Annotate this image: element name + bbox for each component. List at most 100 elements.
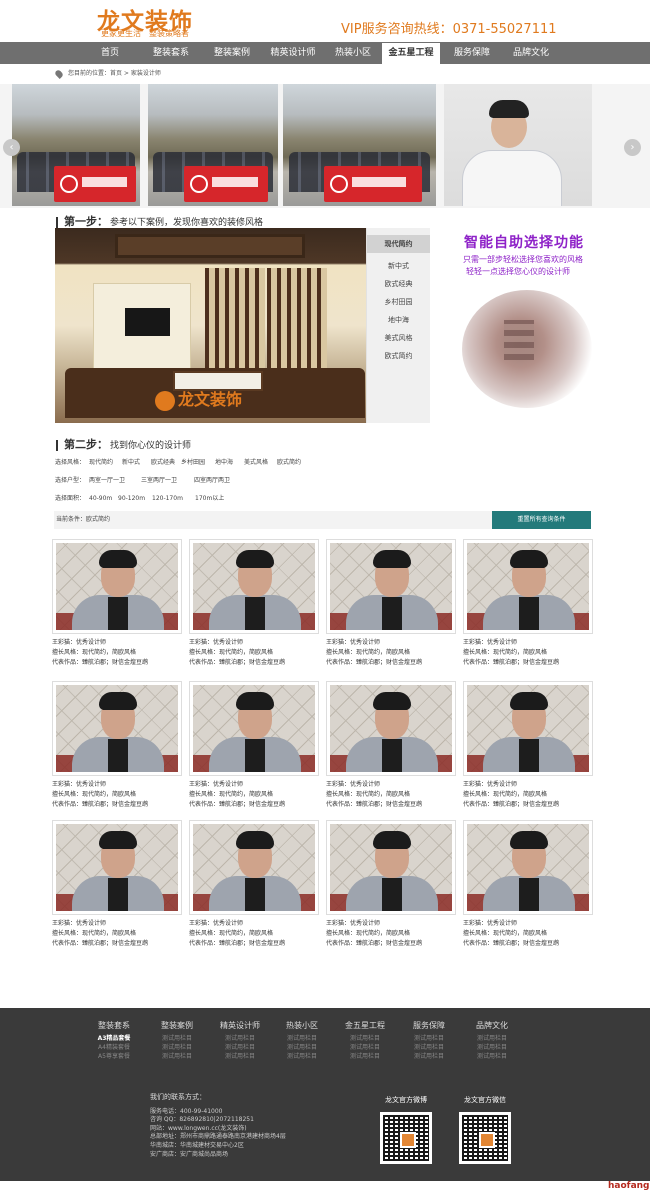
footer-link[interactable]: 测试用栏目 [210,1043,270,1052]
filter-layout-option[interactable]: 四室两厅两卫 [194,476,230,486]
nav-item-communities[interactable]: 热装小区 [324,42,382,64]
filter-style-option[interactable]: 新中式 [122,458,140,468]
designer-name[interactable]: 王彩猫：优秀设计师 [326,638,422,648]
filter-area-option[interactable]: 90-120m [118,494,145,504]
designer-photo-frame[interactable] [463,681,593,776]
nav-item-service[interactable]: 服务保障 [442,42,502,64]
footer-link[interactable]: A3精品套餐 [84,1034,144,1043]
footer-link[interactable]: 测试用栏目 [399,1052,459,1061]
designer-photo[interactable] [330,824,452,911]
designer-photo-frame[interactable] [326,539,456,634]
designer-photo[interactable] [56,824,178,911]
designer-photo[interactable] [467,685,589,772]
designer-name[interactable]: 王彩猫：优秀设计师 [189,638,285,648]
footer-link[interactable]: 测试用栏目 [335,1052,395,1061]
style-tab-american[interactable]: 美式风格 [367,329,430,347]
designer-name[interactable]: 王彩猫：优秀设计师 [189,919,285,929]
designer-photo-frame[interactable] [189,539,319,634]
style-tab-european-classic[interactable]: 欧式经典 [367,275,430,293]
filter-style-option[interactable]: 地中海 [215,458,233,468]
nav-item-home[interactable]: 首页 [75,42,145,64]
designer-photo-frame[interactable] [326,820,456,915]
designer-photo[interactable] [330,685,452,772]
footer-col-title[interactable]: 金五星工程 [335,1020,395,1034]
designer-photo-frame[interactable] [189,681,319,776]
filter-style-option[interactable]: 欧式简约 [277,458,301,468]
designer-photo[interactable] [193,824,315,911]
footer-link[interactable]: 测试用栏目 [399,1034,459,1043]
designer-photo[interactable] [193,543,315,630]
designer-photo[interactable] [467,543,589,630]
designer-photo-frame[interactable] [463,820,593,915]
designer-name[interactable]: 王彩猫：优秀设计师 [463,780,559,790]
footer-col-title[interactable]: 精英设计师 [210,1020,270,1034]
designer-name[interactable]: 王彩猫：优秀设计师 [326,919,422,929]
footer-link[interactable]: 测试用栏目 [272,1034,332,1043]
filter-style-option[interactable]: 现代简约 [89,458,113,468]
designer-portrait-banner[interactable] [444,84,592,206]
filter-style-option[interactable]: 乡村田园 [181,458,205,468]
reset-filters-button[interactable]: 重置所有查询条件 [492,511,591,529]
designer-photo-frame[interactable] [52,820,182,915]
footer-link[interactable]: 测试用栏目 [462,1043,522,1052]
designer-photo-frame[interactable] [189,820,319,915]
footer-link[interactable]: A5尊享套餐 [84,1052,144,1061]
designer-photo-frame[interactable] [463,539,593,634]
footer-link[interactable]: 测试用栏目 [272,1052,332,1061]
footer-link[interactable]: 测试用栏目 [399,1043,459,1052]
footer-link[interactable]: 测试用栏目 [462,1034,522,1043]
wechat-qr-code[interactable] [459,1112,511,1164]
weibo-qr-code[interactable] [380,1112,432,1164]
footer-link[interactable]: 测试用栏目 [335,1043,395,1052]
nav-item-cases[interactable]: 整装案例 [202,42,262,64]
banner-prev-arrow-icon[interactable]: ‹ [3,139,20,156]
team-photo-3[interactable] [283,84,436,206]
footer-link[interactable]: 测试用栏目 [210,1052,270,1061]
footer-link[interactable]: 测试用栏目 [335,1034,395,1043]
footer-col-title[interactable]: 整装案例 [147,1020,207,1034]
designer-name[interactable]: 王彩猫：优秀设计师 [52,638,148,648]
style-tab-modern[interactable]: 现代简约 [367,235,430,253]
footer-link[interactable]: 测试用栏目 [272,1043,332,1052]
style-tab-mediterranean[interactable]: 地中海 [367,311,430,329]
designer-photo[interactable] [467,824,589,911]
footer-link[interactable]: 测试用栏目 [147,1043,207,1052]
footer-col-title[interactable]: 整装套系 [84,1020,144,1034]
filter-area-option[interactable]: 170m以上 [195,494,224,504]
designer-photo-frame[interactable] [52,539,182,634]
footer-col-title[interactable]: 品牌文化 [462,1020,522,1034]
designer-name[interactable]: 王彩猫：优秀设计师 [52,919,148,929]
breadcrumb-text[interactable]: 您目前的位置：首页 > 家装设计师 [68,70,161,77]
filter-layout-option[interactable]: 两室一厅一卫 [89,476,125,486]
filter-area-option[interactable]: 120-170m [152,494,183,504]
filter-style-option[interactable]: 美式风格 [244,458,268,468]
living-room-photo[interactable]: 龙文装饰 [55,228,366,423]
footer-link[interactable]: 测试用栏目 [210,1034,270,1043]
footer-link[interactable]: 测试用栏目 [147,1052,207,1061]
designer-name[interactable]: 王彩猫：优秀设计师 [52,780,148,790]
footer-col-title[interactable]: 热装小区 [272,1020,332,1034]
designer-photo-frame[interactable] [52,681,182,776]
designer-photo[interactable] [330,543,452,630]
footer-link[interactable]: 测试用栏目 [462,1052,522,1061]
designer-photo[interactable] [56,543,178,630]
style-tab-country[interactable]: 乡村田园 [367,293,430,311]
banner-next-arrow-icon[interactable]: › [624,139,641,156]
designer-photo[interactable] [56,685,178,772]
designer-name[interactable]: 王彩猫：优秀设计师 [326,780,422,790]
team-photo-2[interactable] [148,84,278,206]
style-tab-european-simple[interactable]: 欧式简约 [367,347,430,365]
filter-style-option[interactable]: 欧式经典 [151,458,175,468]
team-photo-1[interactable] [12,84,140,206]
nav-item-designers[interactable]: 精英设计师 [262,42,324,64]
nav-item-packages[interactable]: 整装套系 [140,42,202,64]
filter-area-option[interactable]: 40-90m [89,494,112,504]
nav-item-brand[interactable]: 品牌文化 [502,42,560,64]
designer-name[interactable]: 王彩猫：优秀设计师 [463,638,559,648]
footer-col-title[interactable]: 服务保障 [399,1020,459,1034]
designer-photo[interactable] [193,685,315,772]
footer-link[interactable]: 测试用栏目 [147,1034,207,1043]
designer-photo-frame[interactable] [326,681,456,776]
designer-name[interactable]: 王彩猫：优秀设计师 [189,780,285,790]
footer-link[interactable]: A4精装套餐 [84,1043,144,1052]
